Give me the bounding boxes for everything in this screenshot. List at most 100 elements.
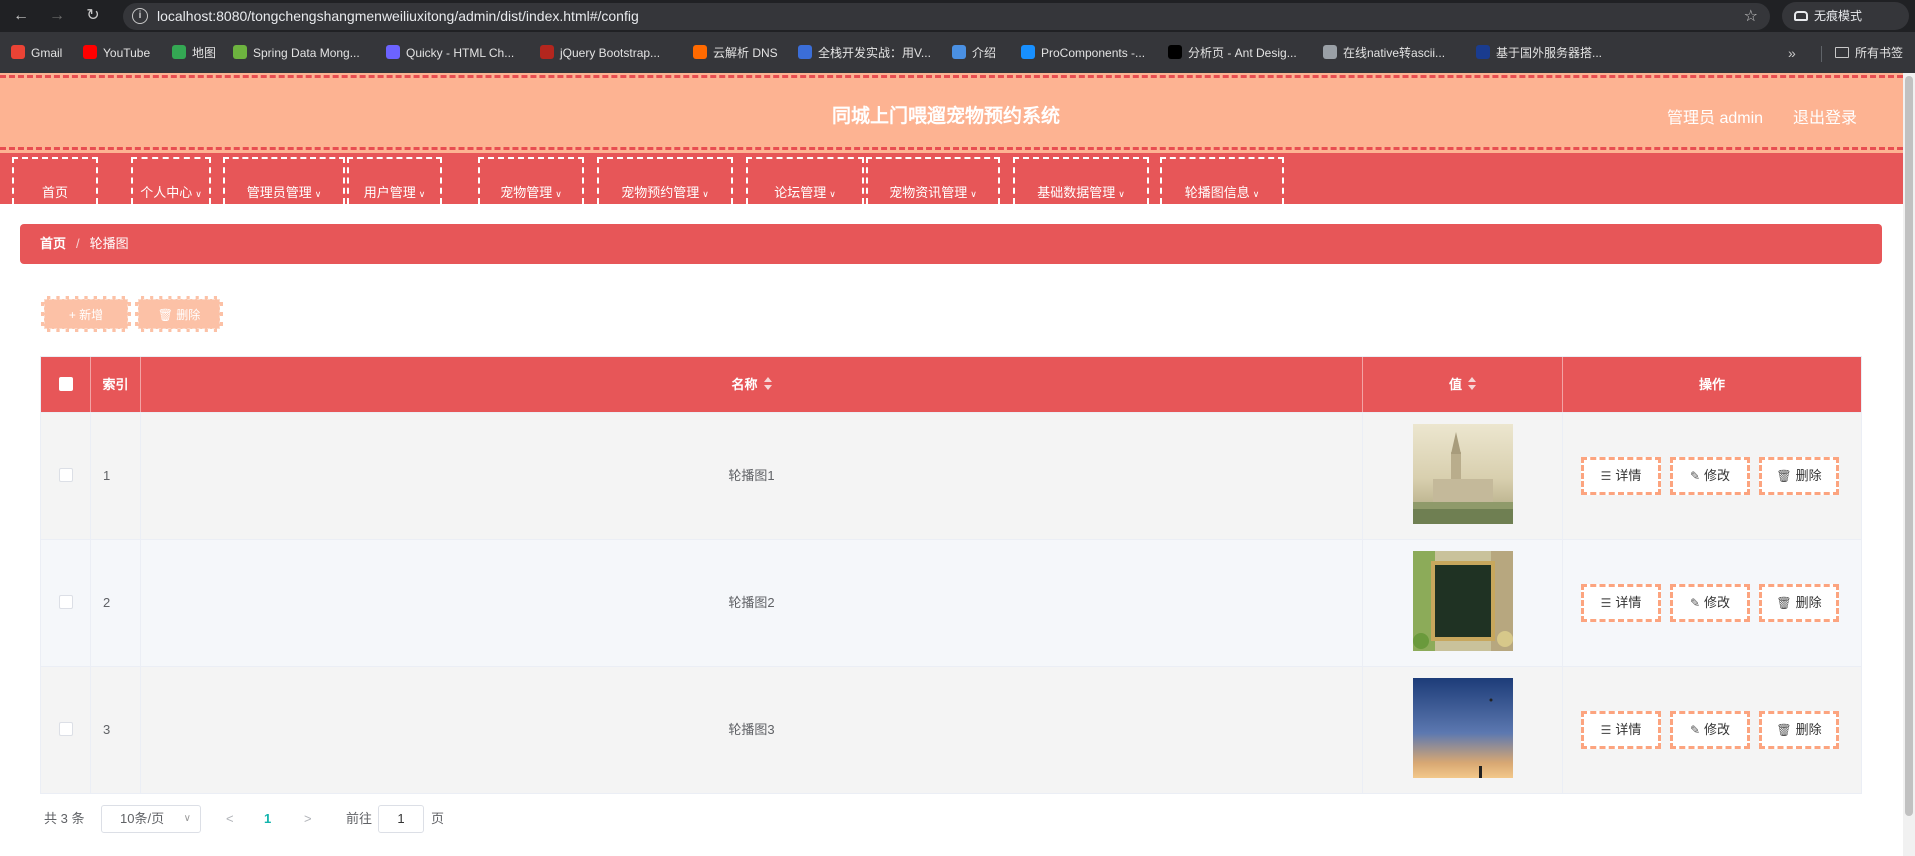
delete-button[interactable]: 🗑 删除 xyxy=(1759,457,1839,495)
add-button[interactable]: + 新增 xyxy=(41,296,131,332)
sort-icon[interactable] xyxy=(763,377,772,391)
menu-item-1[interactable]: 个人中心 ∨ xyxy=(131,157,211,204)
edit-button[interactable]: ✎ 修改 xyxy=(1670,711,1750,749)
bookmark-item[interactable]: 地图 xyxy=(172,43,216,63)
menu-item-6[interactable]: 论坛管理 ∨ xyxy=(746,157,864,204)
menu-item-2[interactable]: 管理员管理 ∨ xyxy=(223,157,345,204)
back-icon[interactable]: ← xyxy=(9,4,33,28)
bookmark-item[interactable]: 基于国外服务器搭... xyxy=(1476,43,1602,63)
next-page-icon[interactable]: > xyxy=(304,805,312,833)
detail-button[interactable]: ☰ 详情 xyxy=(1581,711,1661,749)
page-size-select[interactable]: 10条/页 ∨ xyxy=(101,805,201,833)
app-header: 同城上门喂遛宠物预约系统 管理员 admin 退出登录 xyxy=(0,73,1903,153)
bookmark-favicon-icon xyxy=(693,45,707,59)
bookmark-item[interactable]: jQuery Bootstrap... xyxy=(540,43,660,63)
menu-item-8[interactable]: 基础数据管理 ∨ xyxy=(1013,157,1149,204)
bookmark-item[interactable]: Quicky - HTML Ch... xyxy=(386,43,514,63)
bookmark-item[interactable]: 介绍 xyxy=(952,43,996,63)
bookmark-item[interactable]: 在线native转ascii... xyxy=(1323,43,1445,63)
pencil-icon: ✎ xyxy=(1689,596,1701,610)
bookmark-favicon-icon xyxy=(540,45,554,59)
bookmark-label: 全栈开发实战：用V... xyxy=(818,46,931,60)
row-select-cell[interactable] xyxy=(41,540,91,666)
row-checkbox[interactable] xyxy=(58,595,73,609)
incognito-badge[interactable]: 无痕模式 xyxy=(1782,2,1909,30)
page-number-current[interactable]: 1 xyxy=(264,805,271,833)
row-checkbox[interactable] xyxy=(58,468,73,482)
bookmark-favicon-icon xyxy=(83,45,97,59)
menu-item-label: 宠物资讯管理 xyxy=(889,185,968,200)
row-name: 轮播图3 xyxy=(728,722,775,737)
bookmark-star-icon[interactable]: ☆ xyxy=(1744,6,1758,26)
row-name-cell: 轮播图2 xyxy=(141,540,1363,666)
detail-button-label: 详情 xyxy=(1615,722,1642,737)
bookmark-item[interactable]: Gmail xyxy=(11,43,62,63)
batch-delete-button[interactable]: 🗑 删除 xyxy=(135,296,223,332)
bookmark-label: YouTube xyxy=(103,46,151,60)
all-bookmarks-label: 所有书签 xyxy=(1855,46,1904,60)
carousel-thumbnail[interactable] xyxy=(1413,678,1513,778)
main-menu: 首页 个人中心 ∨ 管理员管理 ∨ 用户管理 ∨ 宠物管理 ∨ 宠物预约管理 ∨ 论坛管理 ∨ 宠物资讯管… xyxy=(0,153,1903,204)
breadcrumb-current: 轮播图 xyxy=(89,236,129,251)
menu-item-7[interactable]: 宠物资讯管理 ∨ xyxy=(866,157,1000,204)
header-value[interactable]: 值 xyxy=(1363,357,1563,412)
detail-button[interactable]: ☰ 详情 xyxy=(1581,584,1661,622)
breadcrumb: 首页 / 轮播图 xyxy=(20,224,1882,264)
menu-item-label: 首页 xyxy=(41,185,68,200)
header-name[interactable]: 名称 xyxy=(141,357,1363,412)
breadcrumb-home[interactable]: 首页 xyxy=(40,236,66,251)
delete-button[interactable]: 🗑 删除 xyxy=(1759,711,1839,749)
sort-icon[interactable] xyxy=(1468,377,1476,391)
header-select-all[interactable] xyxy=(41,357,91,412)
menu-item-5[interactable]: 宠物预约管理 ∨ xyxy=(597,157,733,204)
bookmark-item[interactable]: YouTube xyxy=(83,43,150,63)
bookmark-item[interactable]: 云解析 DNS xyxy=(693,43,778,63)
bookmark-item[interactable]: 全栈开发实战：用V... xyxy=(798,43,931,63)
carousel-thumbnail[interactable] xyxy=(1413,424,1513,524)
row-index: 1 xyxy=(103,468,111,483)
header-dashed-border-top xyxy=(0,75,1903,78)
edit-button[interactable]: ✎ 修改 xyxy=(1670,584,1750,622)
site-info-icon[interactable]: i xyxy=(132,8,148,24)
reload-icon[interactable]: ↻ xyxy=(81,4,105,28)
detail-button[interactable]: ☰ 详情 xyxy=(1581,457,1661,495)
goto-page-input[interactable]: 1 xyxy=(378,805,424,833)
bookmarks-divider xyxy=(1821,46,1822,62)
bookmark-favicon-icon xyxy=(1323,45,1337,59)
menu-item-9[interactable]: 轮播图信息 ∨ xyxy=(1160,157,1284,204)
pencil-icon: ✎ xyxy=(1689,469,1701,483)
bookmark-item[interactable]: Spring Data Mong... xyxy=(233,43,360,63)
row-index-cell: 1 xyxy=(91,413,141,539)
bookmark-label: ProComponents -... xyxy=(1041,46,1146,60)
prev-page-icon[interactable]: < xyxy=(226,805,234,833)
forward-icon[interactable]: → xyxy=(45,4,69,28)
select-all-checkbox[interactable] xyxy=(58,377,73,391)
chevron-down-icon: ∨ xyxy=(1118,189,1125,199)
address-bar[interactable]: i localhost:8080/tongchengshangmenweiliu… xyxy=(123,3,1770,30)
menu-item-3[interactable]: 用户管理 ∨ xyxy=(347,157,442,204)
row-select-cell[interactable] xyxy=(41,413,91,539)
carousel-thumbnail[interactable] xyxy=(1413,551,1513,651)
all-bookmarks-button[interactable]: 所有书签 xyxy=(1835,43,1903,63)
bookmark-favicon-icon xyxy=(233,45,247,59)
bookmark-item[interactable]: ProComponents -... xyxy=(1021,43,1145,63)
delete-button[interactable]: 🗑 删除 xyxy=(1759,584,1839,622)
bookmark-label: jQuery Bootstrap... xyxy=(560,46,661,60)
bookmark-item[interactable]: 分析页 - Ant Desig... xyxy=(1168,43,1297,63)
pencil-icon: ✎ xyxy=(1689,723,1701,737)
menu-item-0[interactable]: 首页 xyxy=(12,157,98,204)
more-bookmarks-icon[interactable]: » xyxy=(1788,43,1796,63)
logout-link[interactable]: 退出登录 xyxy=(1793,104,1857,128)
scrollbar-thumb[interactable] xyxy=(1905,76,1913,816)
bookmark-label: 地图 xyxy=(192,46,217,60)
url-text[interactable]: localhost:8080/tongchengshangmenweiliuxi… xyxy=(157,8,639,24)
row-name: 轮播图1 xyxy=(728,468,775,483)
row-select-cell[interactable] xyxy=(41,667,91,793)
row-ops-cell: ☰ 详情 ✎ 修改 🗑 删除 xyxy=(1563,540,1861,666)
edit-button[interactable]: ✎ 修改 xyxy=(1670,457,1750,495)
page-scrollbar[interactable] xyxy=(1903,73,1915,856)
chevron-down-icon: ∨ xyxy=(829,189,836,199)
menu-item-4[interactable]: 宠物管理 ∨ xyxy=(478,157,584,204)
row-checkbox[interactable] xyxy=(58,722,73,736)
row-index-cell: 3 xyxy=(91,667,141,793)
